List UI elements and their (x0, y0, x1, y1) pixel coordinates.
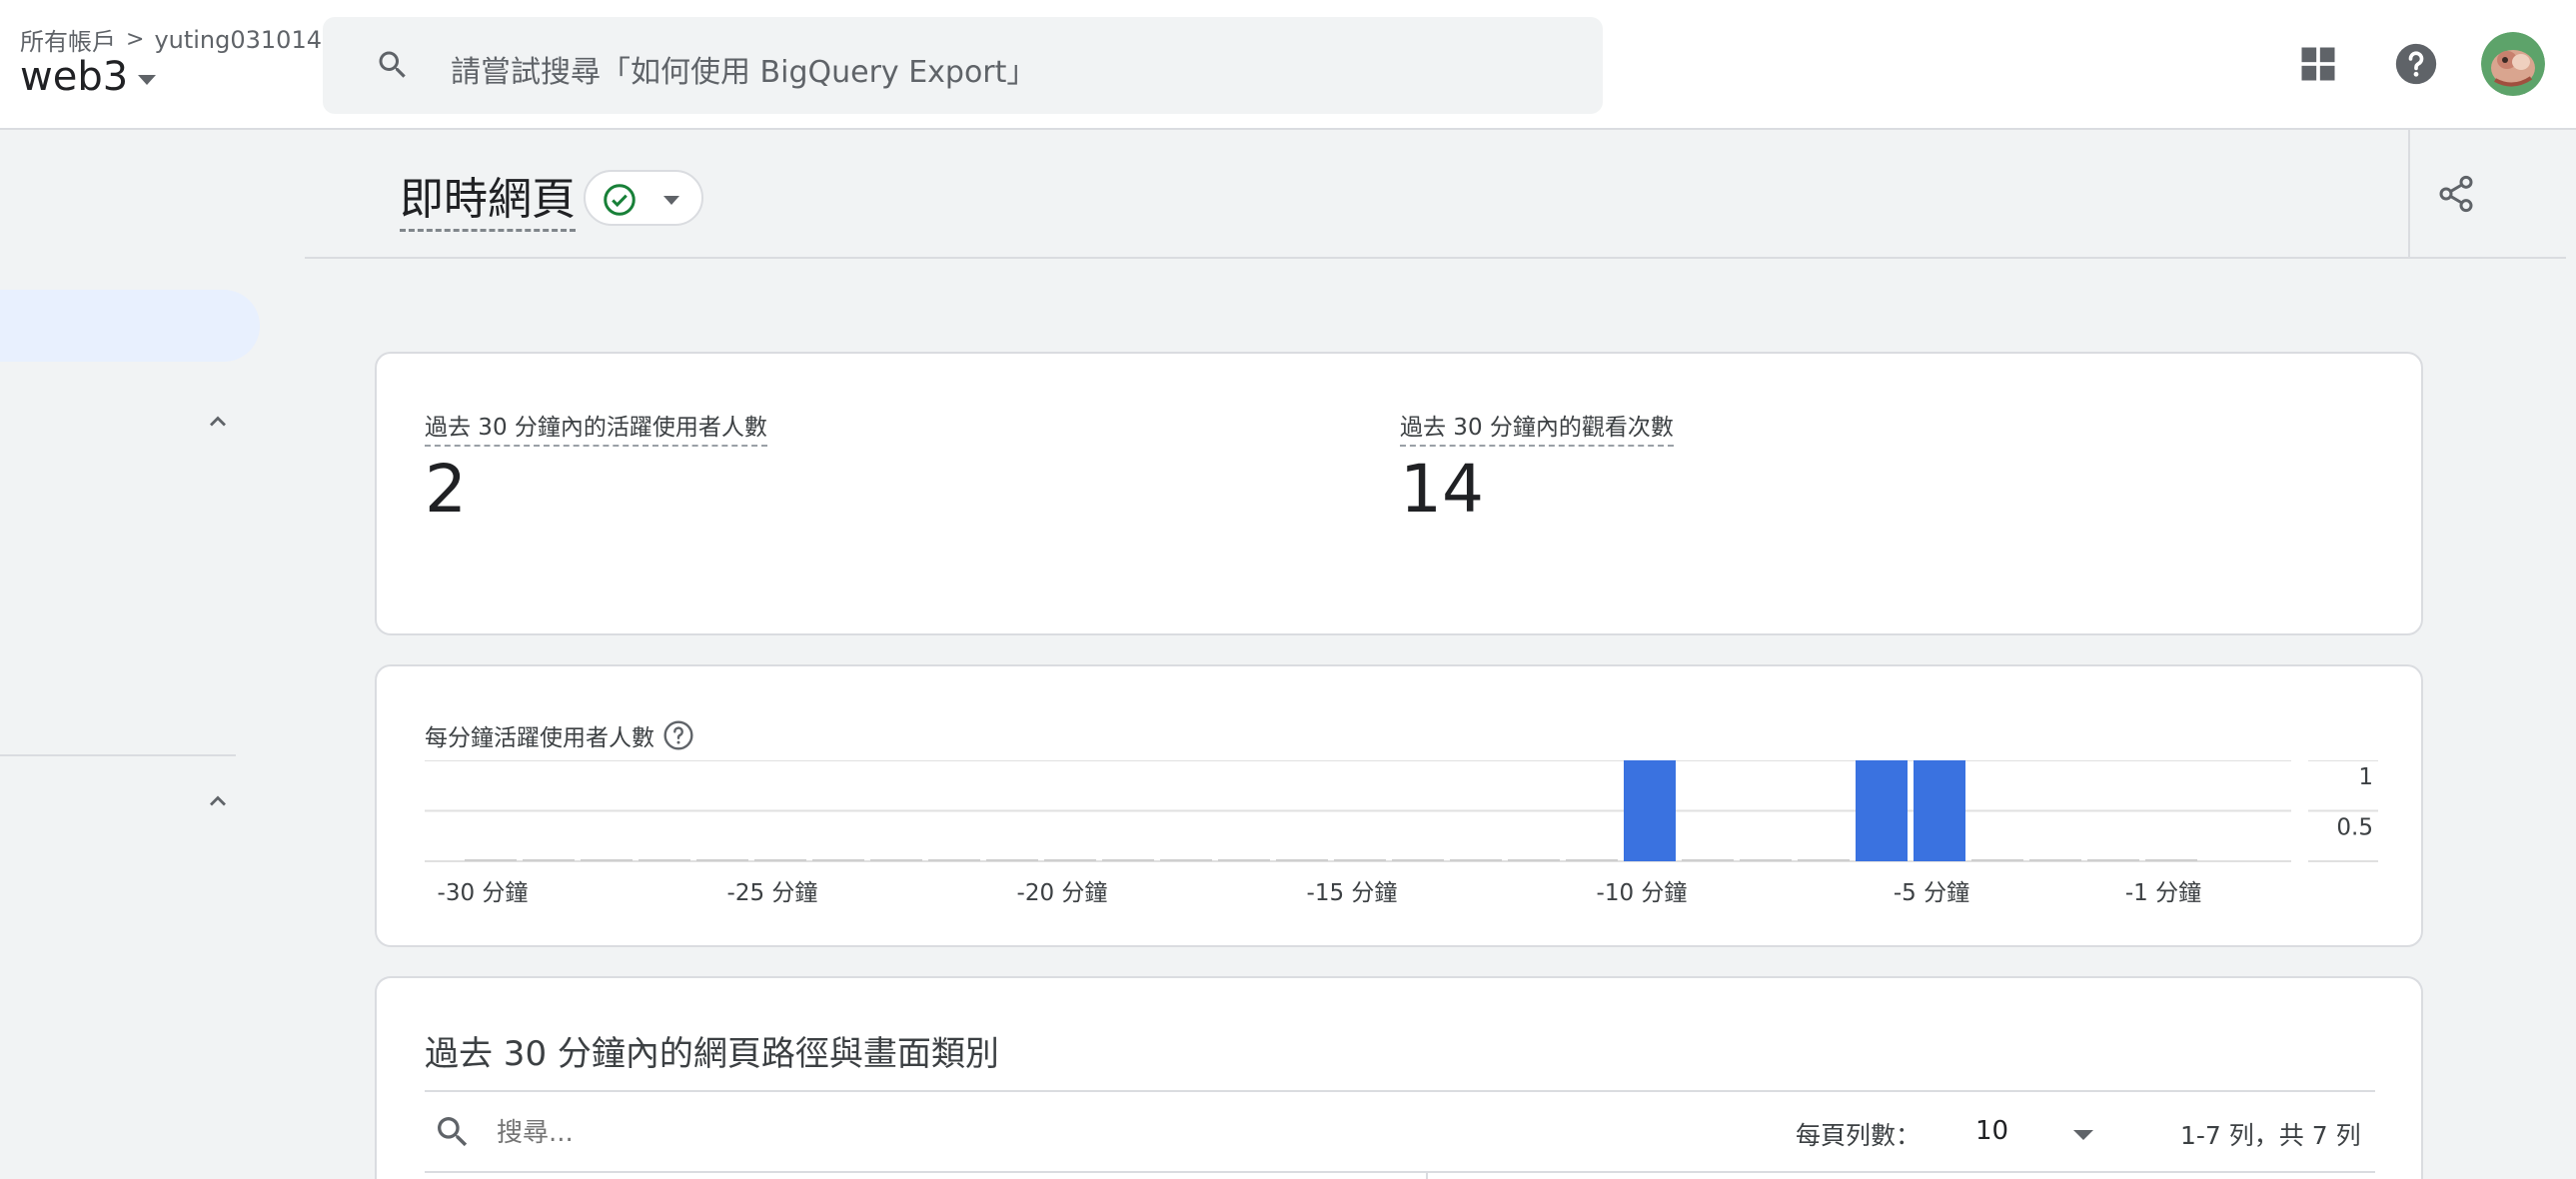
search-icon (379, 51, 406, 78)
chart-bar (696, 859, 748, 861)
help-outline-icon[interactable] (662, 719, 694, 751)
check-circle-icon (604, 184, 636, 216)
chart-title: 每分鐘活躍使用者人數 (425, 725, 654, 751)
table-search-input[interactable] (497, 1118, 1096, 1148)
caret-down-icon (138, 75, 157, 85)
nav-selected-item[interactable] (0, 290, 260, 362)
chart-x-tick-label: -25 分鐘 (727, 880, 818, 906)
share-icon[interactable] (2436, 172, 2476, 216)
pages-table-card: 過去 30 分鐘內的網頁路徑與畫面類別 每頁列數： 10 1-7 列，共 7 列 (375, 976, 2423, 1179)
chart-bar (1218, 859, 1270, 861)
property-selector[interactable]: web3 (20, 54, 157, 100)
chart-x-tick-label: -5 分鐘 (1894, 880, 1969, 906)
chart-bar (1624, 760, 1676, 861)
table-header-divider (425, 1171, 2375, 1173)
breadcrumb-root[interactable]: 所有帳戶 (20, 22, 116, 57)
chart-x-tick-label: -15 分鐘 (1307, 880, 1398, 906)
chart-bar (1334, 859, 1386, 861)
top-header: 所有帳戶 > yuting031014 web3 請嘗試搜尋「如何使用 BigQ… (0, 0, 2576, 130)
active-users-label[interactable]: 過去 30 分鐘內的活躍使用者人數 (425, 408, 767, 447)
nav-divider (0, 754, 236, 756)
breadcrumb[interactable]: 所有帳戶 > yuting031014 (20, 22, 322, 57)
rows-per-page-value: 10 (1975, 1116, 2009, 1146)
chart-bar (2087, 859, 2139, 861)
rows-per-page-label: 每頁列數： (1796, 1121, 1922, 1150)
pagination-status: 1-7 列，共 7 列 (2180, 1121, 2361, 1150)
chart-x-tick-label: -1 分鐘 (2125, 880, 2201, 906)
caret-down-icon (663, 196, 679, 205)
vertical-divider (2408, 130, 2410, 258)
chart-bar (1682, 859, 1734, 861)
title-divider (305, 257, 2566, 259)
data-status-chip[interactable] (584, 170, 703, 226)
metrics-card: 過去 30 分鐘內的活躍使用者人數 2 過去 30 分鐘內的觀看次數 14 (375, 352, 2423, 635)
chart-bar (870, 859, 922, 861)
chart-bar (1798, 859, 1850, 861)
chart-bar (1450, 859, 1502, 861)
chart-bar (2029, 859, 2081, 861)
chart-bar (2145, 859, 2197, 861)
global-search[interactable]: 請嘗試搜尋「如何使用 BigQuery Export」 (323, 17, 1603, 114)
chart-title-row: 每分鐘活躍使用者人數 (425, 718, 694, 752)
help-icon[interactable] (2394, 42, 2438, 86)
search-placeholder[interactable]: 請嘗試搜尋「如何使用 BigQuery Export」 (451, 47, 1036, 91)
chart-bar (1914, 760, 1965, 861)
chart-bar (1102, 859, 1154, 861)
chart-bar (1740, 859, 1792, 861)
table-title: 過去 30 分鐘內的網頁路徑與畫面類別 (425, 1034, 999, 1074)
chart-x-tick-label: -30 分鐘 (438, 880, 529, 906)
chart-bar (812, 859, 864, 861)
chart-bar (1276, 859, 1328, 861)
chart-y-tick-label: 0.5 (2336, 815, 2373, 841)
chart-card: 每分鐘活躍使用者人數 -30 分鐘 -25 分鐘 -20 分鐘 -15 分鐘 -10 分… (375, 664, 2423, 947)
active-users-per-minute-chart: -30 分鐘 -25 分鐘 -20 分鐘 -15 分鐘 -10 分鐘 -5 分鐘 -1 分鐘… (425, 760, 2378, 906)
caret-down-icon (2073, 1130, 2093, 1140)
chart-bar (523, 859, 575, 861)
active-users-value: 2 (425, 451, 467, 528)
chart-bar (581, 859, 633, 861)
chart-x-tick-label: -20 分鐘 (1017, 880, 1108, 906)
chart-bar (1566, 859, 1618, 861)
chevron-up-icon[interactable] (204, 408, 232, 436)
breadcrumb-account[interactable]: yuting031014 (154, 26, 322, 54)
views-label[interactable]: 過去 30 分鐘內的觀看次數 (1400, 408, 1674, 447)
table-divider (425, 1090, 2375, 1092)
chart-y-tick-label: 1 (2358, 764, 2373, 790)
search-icon (438, 1117, 468, 1147)
page-title[interactable]: 即時網頁 (400, 163, 576, 232)
chevron-up-icon[interactable] (204, 787, 232, 815)
chart-bar (1508, 859, 1560, 861)
avatar-image (2481, 32, 2545, 96)
rows-per-page-select[interactable]: 10 (1975, 1110, 2105, 1156)
avatar[interactable] (2481, 32, 2545, 96)
chart-bar (754, 859, 806, 861)
chart-bar (1044, 859, 1096, 861)
chart-bar (986, 859, 1038, 861)
chart-bar (639, 859, 690, 861)
chart-bar (1971, 859, 2023, 861)
property-name: web3 (20, 54, 129, 100)
chart-bar (1856, 760, 1908, 861)
chart-bar (1392, 859, 1444, 861)
views-value: 14 (1400, 451, 1484, 528)
column-divider (1426, 1173, 1428, 1179)
apps-grid-icon[interactable] (2296, 42, 2340, 86)
chart-bar (465, 859, 517, 861)
chart-bar (1160, 859, 1212, 861)
breadcrumb-separator: > (126, 27, 145, 52)
chart-bar (928, 859, 980, 861)
chart-x-tick-label: -10 分鐘 (1597, 880, 1688, 906)
